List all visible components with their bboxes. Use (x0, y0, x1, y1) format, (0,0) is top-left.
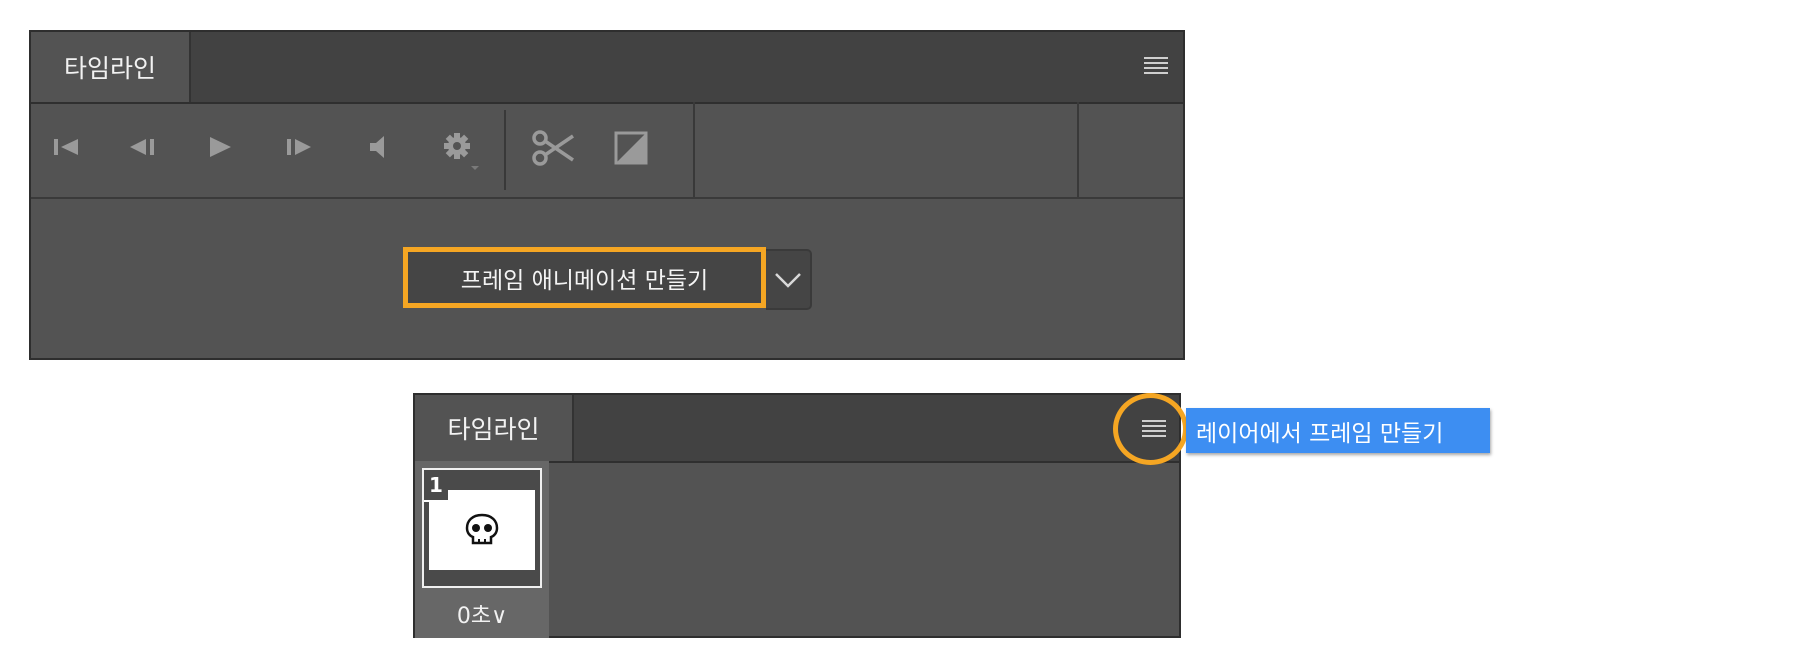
tooltip-text: 레이어에서 프레임 만들기 (1196, 420, 1444, 447)
step-forward-icon (287, 139, 311, 155)
frame-canvas (429, 490, 535, 570)
tab-timeline-label: 타임라인 (447, 415, 540, 444)
tab-bar: 타임라인 (415, 395, 1179, 463)
tab-timeline-label: 타임라인 (63, 54, 156, 83)
transition-button[interactable] (611, 128, 651, 168)
previous-frame-button[interactable] (125, 130, 159, 164)
transition-icon (614, 131, 648, 165)
timeline-panel-bottom: 타임라인 1 0초∨ (413, 393, 1181, 638)
frame-1[interactable]: 1 0초∨ (415, 461, 549, 638)
toolbar-divider (1077, 102, 1079, 197)
next-frame-button[interactable] (282, 130, 316, 164)
chevron-down-icon (775, 272, 801, 288)
skip-to-start-icon (54, 139, 78, 155)
tab-bar: 타임라인 (31, 32, 1183, 104)
settings-button[interactable] (439, 128, 483, 172)
timeline-panel-top: 타임라인 프레임 애니메이션 만들기 (29, 30, 1185, 360)
split-button[interactable] (531, 126, 575, 170)
play-button[interactable] (203, 130, 237, 164)
speaker-icon (370, 136, 384, 158)
toolbar-divider (693, 102, 695, 197)
frame-delay-select[interactable]: 0초∨ (415, 598, 549, 629)
play-icon (210, 137, 231, 157)
create-animation-select-value: 프레임 애니메이션 만들기 (460, 267, 709, 294)
timeline-toolbar (31, 102, 1183, 199)
create-frames-from-layers-tooltip: 레이어에서 프레임 만들기 (1186, 408, 1490, 453)
tab-timeline[interactable]: 타임라인 (415, 395, 574, 461)
create-animation-select[interactable]: 프레임 애니메이션 만들기 (403, 247, 766, 308)
menu-highlight-ring (1113, 393, 1188, 465)
skull-icon (465, 513, 499, 545)
toolbar-divider (504, 110, 506, 190)
gear-icon (444, 133, 479, 170)
frame-number: 1 (424, 470, 448, 502)
frame-thumbnail[interactable]: 1 (422, 468, 542, 588)
tab-timeline[interactable]: 타임라인 (31, 32, 191, 102)
panel-menu-icon[interactable] (1144, 57, 1168, 74)
scissors-icon (532, 130, 574, 166)
audio-button[interactable] (361, 130, 395, 164)
step-back-icon (130, 139, 154, 155)
first-frame-button[interactable] (49, 130, 83, 164)
create-animation-dropdown-button[interactable] (766, 249, 812, 310)
